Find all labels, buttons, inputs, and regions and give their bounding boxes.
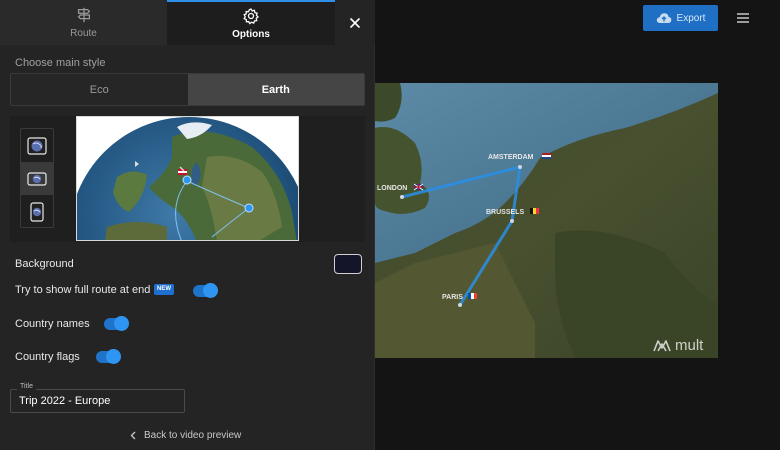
flag-uk-icon xyxy=(413,183,424,191)
cloud-upload-icon xyxy=(656,13,671,23)
style-option-eco[interactable]: Eco xyxy=(11,74,188,105)
menu-button[interactable] xyxy=(734,9,752,27)
tab-options-label: Options xyxy=(232,29,270,40)
toggle-knob xyxy=(114,316,129,331)
city-label-amsterdam: AMSTERDAM xyxy=(488,154,534,161)
globe-widescreen-icon xyxy=(27,171,47,186)
city-label-brussels: BRUSSELS xyxy=(486,209,524,216)
city-label-paris: PARIS xyxy=(442,294,463,301)
toggle-knob xyxy=(203,283,218,298)
globe-preview xyxy=(76,116,299,241)
hamburger-menu-icon xyxy=(737,13,749,23)
signpost-icon xyxy=(77,7,90,23)
map-preview: AMSTERDAM LONDON BRUSSELS PARIS xyxy=(375,83,718,358)
background-label: Background xyxy=(15,258,74,270)
full-route-label: Try to show full route at end xyxy=(15,284,151,296)
mult-logo-text: mult xyxy=(675,337,704,354)
flag-netherlands-icon xyxy=(542,153,551,159)
globe-portrait-icon xyxy=(30,201,44,222)
route-map: AMSTERDAM LONDON BRUSSELS PARIS xyxy=(375,83,718,358)
title-field-label: Title xyxy=(17,383,36,390)
mult-logo-icon xyxy=(653,339,671,351)
chevron-left-icon xyxy=(130,431,136,440)
globe-image xyxy=(77,117,298,240)
flag-belgium-icon xyxy=(530,208,539,214)
view-widescreen-button[interactable] xyxy=(21,162,53,195)
gear-icon xyxy=(243,8,259,25)
country-flags-label: Country flags xyxy=(15,351,80,363)
view-format-selector xyxy=(20,128,54,228)
style-option-earth[interactable]: Earth xyxy=(187,74,364,105)
mult-logo: mult xyxy=(653,337,703,354)
options-panel: Route Options Choose main style Eco Eart… xyxy=(0,0,375,450)
view-landscape-button[interactable] xyxy=(21,129,53,162)
back-to-preview-label: Back to video preview xyxy=(144,430,242,441)
flag-france-icon xyxy=(468,293,477,299)
tab-route[interactable]: Route xyxy=(0,0,167,45)
panel-tabs: Route Options xyxy=(0,0,335,45)
close-button[interactable] xyxy=(335,0,375,45)
globe-landscape-icon xyxy=(27,136,47,155)
export-button[interactable]: Export xyxy=(643,5,718,31)
city-label-london: LONDON xyxy=(377,185,407,192)
export-label: Export xyxy=(676,12,706,24)
new-badge: NEW xyxy=(154,284,174,295)
country-flags-toggle[interactable] xyxy=(96,349,121,364)
app-root: Route Options Choose main style Eco Eart… xyxy=(0,0,780,450)
country-names-toggle[interactable] xyxy=(104,316,129,331)
background-color-swatch[interactable] xyxy=(334,254,362,274)
title-input[interactable] xyxy=(19,393,179,409)
view-portrait-button[interactable] xyxy=(21,195,53,228)
country-names-label: Country names xyxy=(15,318,90,330)
main-style-toggle: Eco Earth xyxy=(10,73,365,106)
full-route-toggle[interactable] xyxy=(193,283,218,298)
back-to-preview-link[interactable]: Back to video preview xyxy=(130,430,241,441)
tab-route-label: Route xyxy=(70,28,97,39)
tab-options[interactable]: Options xyxy=(167,0,335,45)
main-style-label: Choose main style xyxy=(15,57,106,69)
style-preview xyxy=(10,116,365,242)
toggle-knob xyxy=(106,349,121,364)
close-icon xyxy=(349,17,361,28)
